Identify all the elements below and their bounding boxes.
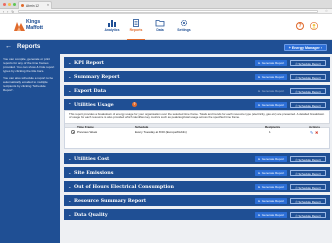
nav-analytics[interactable]: Analytics	[100, 19, 124, 32]
energy-manager-button[interactable]: + Energy Manager ›	[283, 43, 327, 51]
generate-report-button[interactable]: ► Generate Report	[255, 183, 287, 190]
delete-icon[interactable]: ✖	[315, 130, 318, 135]
schedule-report-button[interactable]: ⏱ Schedule Report	[290, 87, 326, 94]
browser-nav-icons[interactable]: ‹ › ↻	[3, 10, 15, 14]
chevron-up-icon: ⌃	[68, 101, 72, 107]
report-title: Resource Summary Report	[74, 197, 147, 204]
header-icons: ?	[296, 22, 318, 30]
schedule-report-button[interactable]: ⏱ Schedule Report	[290, 183, 326, 190]
report-row-resource-summary[interactable]: ⌄ Resource Summary Report ► Generate Rep…	[64, 195, 330, 206]
report-row-site-emissions[interactable]: ⌄ Site Emissions ► Generate Report ⏱ Sch…	[64, 167, 330, 178]
nav-analytics-label: Analytics	[104, 28, 120, 32]
generate-report-button[interactable]: ► Generate Report	[255, 59, 287, 66]
document-icon	[133, 19, 139, 27]
page-title: Reports	[17, 43, 41, 50]
report-title: KPI Report	[74, 59, 105, 66]
brand-logo-mark-icon	[14, 22, 25, 31]
brand-name-line2: Maffott	[26, 24, 43, 31]
chevron-down-icon: ⌄	[68, 59, 72, 65]
nav-data[interactable]: Data	[148, 19, 172, 32]
report-title: Data Quality	[74, 211, 108, 218]
chevron-down-icon: ⌄	[68, 87, 72, 93]
help-icon[interactable]: ?	[296, 22, 304, 30]
chevron-down-icon: ⌄	[68, 155, 72, 161]
gear-icon	[180, 19, 188, 27]
minimize-window-button[interactable]	[8, 3, 11, 6]
generate-report-button[interactable]: ► Generate Report	[255, 73, 287, 80]
chevron-down-icon: ⌄	[68, 183, 72, 189]
reports-list: ⌄ KPI Report ► Generate Report ⏱ Schedul…	[60, 54, 332, 243]
app-header: Kings Maffott Analytics Reports Data Set…	[0, 14, 332, 40]
nav-reports[interactable]: Reports	[124, 19, 148, 40]
generate-report-button[interactable]: ► Generate Report	[255, 155, 287, 162]
back-arrow-icon[interactable]: ←	[5, 43, 12, 50]
url-input[interactable]	[18, 9, 318, 14]
report-row-kpi[interactable]: ⌄ KPI Report ► Generate Report ⏱ Schedul…	[64, 57, 330, 68]
browser-titlebar: Abrrin 12 ×	[0, 0, 332, 9]
brand-logo[interactable]: Kings Maffott	[14, 19, 54, 32]
chevron-down-icon: ⌄	[68, 73, 72, 79]
sidebar-help-text: You can compile, generate or print repor…	[3, 57, 55, 73]
report-row-export[interactable]: ⌄ Export Data ► Generate Report ⏱ Schedu…	[64, 85, 330, 96]
schedule-report-button[interactable]: ⏱ Schedule Report	[290, 197, 326, 204]
report-title: Utilities Usage	[74, 101, 114, 108]
sidebar-schedule-text: You can also schedule a report to be aut…	[3, 76, 54, 92]
chevron-down-icon: ⌄	[68, 197, 72, 203]
nav-reports-label: Reports	[129, 28, 143, 32]
folder-icon	[155, 20, 165, 27]
schedule-table-header: Time Frame Schedule Recipients Actions	[65, 123, 330, 129]
report-title: Site Emissions	[74, 169, 114, 176]
report-row-utilities-usage[interactable]: ⌃ Utilities Usage ? ► Generate Report ⏱ …	[64, 99, 330, 110]
chevron-down-icon: ⌄	[68, 169, 72, 175]
schedule-report-button[interactable]: ⏱ Schedule Report	[290, 101, 326, 108]
schedule-report-button[interactable]: ⏱ Schedule Report	[290, 211, 326, 218]
help-icon[interactable]: ?	[132, 101, 137, 107]
row-select-radio[interactable]	[71, 130, 75, 134]
report-row-utilities-cost[interactable]: ⌄ Utilities Cost ► Generate Report ⏱ Sch…	[64, 153, 330, 164]
bookmark-star-icon[interactable]: ☆	[325, 9, 328, 13]
report-title: Out of Hours Electrical Consumption	[74, 183, 174, 190]
nav-settings[interactable]: Settings	[172, 19, 196, 32]
schedule-report-button[interactable]: ⏱ Schedule Report	[290, 73, 326, 80]
schedule-report-button[interactable]: ⏱ Schedule Report	[290, 59, 326, 66]
maximize-window-button[interactable]	[13, 3, 16, 6]
generate-report-button[interactable]: ► Generate Report	[255, 211, 287, 218]
report-row-out-of-hours[interactable]: ⌄ Out of Hours Electrical Consumption ► …	[64, 181, 330, 192]
generate-report-button[interactable]: ► Generate Report	[255, 169, 287, 176]
cell-recipients: 1	[269, 130, 271, 135]
cell-schedule: Every Tuesday at 8:00 (Europe/Dublin)	[135, 130, 187, 135]
sidebar: You can compile, generate or print repor…	[0, 54, 60, 243]
bar-chart-icon	[108, 20, 116, 27]
tab-title: Abrrin 12	[26, 3, 39, 8]
page-title-bar: ← Reports + Energy Manager ›	[0, 40, 332, 54]
nav-settings-label: Settings	[177, 28, 191, 32]
schedule-report-button[interactable]: ⏱ Schedule Report	[290, 169, 326, 176]
tab-close-icon[interactable]: ×	[47, 3, 49, 7]
report-row-data-quality[interactable]: ⌄ Data Quality ► Generate Report ⏱ Sched…	[64, 209, 330, 220]
table-row: Previous Week Every Tuesday at 8:00 (Eur…	[65, 129, 330, 135]
report-title: Export Data	[74, 87, 107, 94]
generate-report-button[interactable]: ► Generate Report	[255, 197, 287, 204]
utilities-usage-panel: This report provides a breakdown of ener…	[64, 110, 330, 149]
schedule-report-button[interactable]: ⏱ Schedule Report	[290, 155, 326, 162]
nav-data-label: Data	[156, 28, 164, 32]
favicon-icon	[21, 4, 24, 7]
generate-report-button[interactable]: ► Generate Report	[255, 88, 287, 94]
chevron-down-icon: ⌄	[68, 211, 72, 217]
edit-icon[interactable]: ✎	[310, 130, 313, 135]
window-controls	[3, 3, 16, 6]
report-row-summary[interactable]: ⌄ Summary Report ► Generate Report ⏱ Sch…	[64, 71, 330, 82]
generate-report-button[interactable]: ► Generate Report	[255, 101, 287, 108]
report-title: Utilities Cost	[74, 155, 110, 162]
cell-time-frame: Previous Week	[77, 130, 98, 135]
report-description: This report provides a breakdown of ener…	[69, 111, 325, 119]
report-title: Summary Report	[74, 73, 120, 80]
user-icon[interactable]	[310, 22, 318, 30]
browser-tab[interactable]: Abrrin 12 ×	[18, 1, 52, 9]
close-window-button[interactable]	[3, 3, 6, 6]
